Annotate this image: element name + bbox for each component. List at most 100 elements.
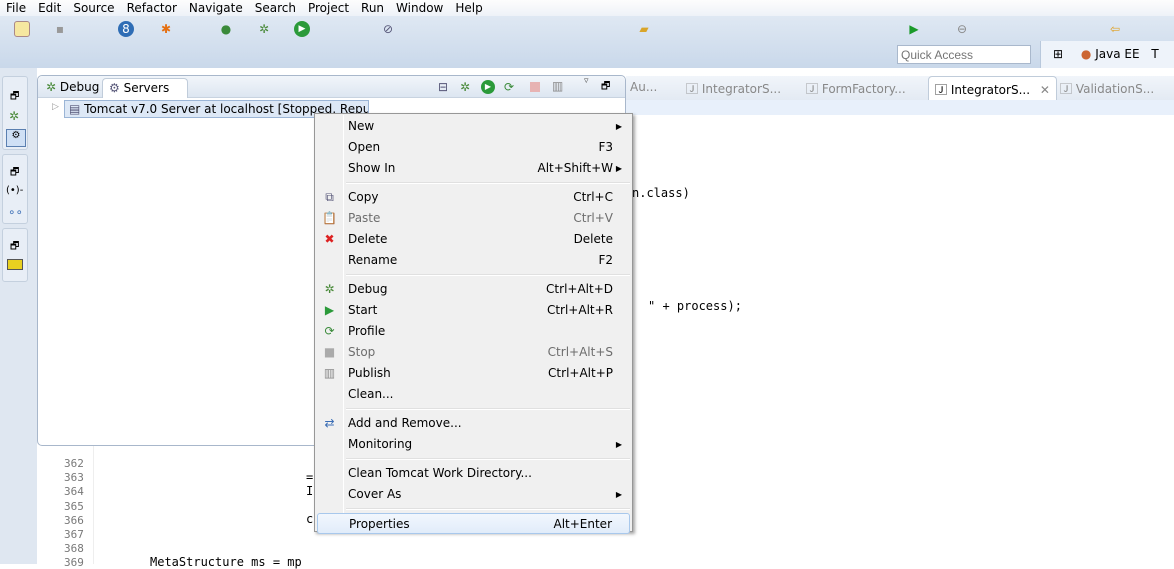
menu-item-add-and-remove[interactable]: ⇄ Add and Remove... [317, 413, 630, 434]
menu-item-monitoring[interactable]: Monitoring ▶ [317, 434, 630, 455]
restore-icon[interactable]: 🗗 [10, 239, 19, 256]
editor-tab[interactable]: Au... [630, 80, 657, 94]
menu-item-show-in[interactable]: Show In Alt+Shift+W ▶ [317, 158, 630, 179]
bug-icon[interactable]: ✲ [9, 109, 19, 123]
menu-run[interactable]: Run [359, 0, 390, 16]
submenu-arrow-icon: ▶ [615, 440, 622, 449]
tool-icon[interactable]: ✱ [158, 21, 174, 37]
menu-item-profile[interactable]: ⟳ Profile [317, 321, 630, 342]
debug-icon[interactable]: ✲ [256, 21, 272, 37]
menu-edit[interactable]: Edit [36, 0, 67, 16]
menu-item-publish[interactable]: ▥ Publish Ctrl+Alt+P [317, 363, 630, 384]
menu-navigate[interactable]: Navigate [187, 0, 249, 16]
perspective-java-ee[interactable]: ● Java EE [1081, 47, 1140, 61]
menu-item-label: New [348, 119, 375, 133]
menu-item-delete[interactable]: ✖ Delete Delete [317, 229, 630, 250]
menu-item-label: Open [348, 140, 381, 154]
menu-window[interactable]: Window [394, 0, 449, 16]
menu-item-label: Stop [348, 345, 376, 359]
menu-item-debug[interactable]: ✲ Debug Ctrl+Alt+D [317, 279, 630, 300]
perspective-bar: ⊞ ● Java EE T [1040, 41, 1174, 68]
debug-server-icon[interactable]: ✲ [460, 80, 470, 94]
save-icon[interactable]: ▪ [52, 21, 68, 37]
shortcut: F3 [598, 140, 613, 154]
menu-item-label: Start [348, 303, 378, 317]
skip-breakpoints-icon[interactable]: ⊘ [380, 21, 396, 37]
restore-icon[interactable]: 🗗 [10, 165, 19, 182]
java-file-icon: 🄹 [806, 82, 819, 96]
run-external-icon[interactable]: ● [218, 21, 234, 37]
menu-separator [346, 408, 630, 410]
open-folder-icon[interactable]: ▰ [636, 21, 652, 37]
copy-icon: ⧉ [325, 190, 334, 204]
bug-icon: ✲ [46, 80, 57, 94]
menu-item-label: Properties [349, 517, 410, 531]
expand-icon[interactable]: ▷ [52, 102, 59, 112]
close-icon[interactable]: ✕ [1040, 83, 1050, 97]
code-fragment: I [306, 484, 314, 498]
tab-debug[interactable]: ✲ Debug [40, 78, 105, 98]
profile-server-icon[interactable]: ⟳ [504, 80, 514, 94]
servers-icon: ⚙ [109, 81, 120, 95]
paste-icon: 📋 [322, 211, 337, 225]
shortcut: F2 [598, 253, 613, 267]
server-icon: ▤ [69, 102, 81, 116]
resume-icon[interactable]: ▶ [906, 21, 922, 37]
variables-icon[interactable]: ∘∘ [8, 205, 23, 219]
new-icon[interactable] [14, 21, 30, 37]
shortcut: Ctrl+Alt+R [546, 303, 613, 317]
menu-item-clean[interactable]: Clean... [317, 384, 630, 405]
editor-tab[interactable]: 🄹 ValidationS... [1060, 80, 1154, 97]
editor-tab-active[interactable]: 🄹 IntegratorS... ✕ [928, 76, 1057, 100]
menu-file[interactable]: File [4, 0, 32, 16]
servers-icon[interactable]: ⚙ [6, 129, 26, 147]
java-file-icon: 🄹 [935, 83, 948, 97]
tab-servers[interactable]: ⚙ Servers ✕ [102, 78, 188, 114]
menu-item-paste[interactable]: 📋 Paste Ctrl+V [317, 208, 630, 229]
line-number: 365 [64, 499, 84, 513]
perspective-other[interactable]: T [1151, 47, 1158, 61]
context-menu: New ▶ Open F3 Show In Alt+Shift+W ▶ ⧉ Copy Ctrl+C… [314, 113, 633, 534]
restore-icon[interactable]: 🗗 [10, 89, 19, 106]
stop-server-icon[interactable] [530, 82, 540, 92]
menu-item-rename[interactable]: Rename F2 [317, 250, 630, 271]
open-type-icon[interactable]: 8 [118, 21, 134, 37]
menu-item-cover-as[interactable]: Cover As ▶ [317, 484, 630, 505]
menu-item-new[interactable]: New ▶ [317, 116, 630, 137]
shortcut: Alt+Shift+W [537, 161, 614, 175]
menu-source[interactable]: Source [71, 0, 120, 16]
shortcut: Delete [573, 232, 613, 246]
console-icon[interactable]: (•)- [6, 185, 23, 196]
menu-search[interactable]: Search [253, 0, 302, 16]
start-server-icon[interactable]: ▶ [481, 80, 495, 94]
open-perspective-icon[interactable]: ⊞ [1053, 47, 1063, 61]
editor-tab[interactable]: 🄹 IntegratorS... [686, 80, 781, 97]
terminate-icon[interactable]: ⊖ [954, 21, 970, 37]
line-number: 369 [64, 556, 84, 569]
view-menu-icon[interactable]: ▿ [584, 76, 589, 86]
run-icon[interactable]: ▶ [294, 21, 310, 37]
menu-bar: File Edit Source Refactor Navigate Search Proj… [0, 0, 1174, 16]
menu-refactor[interactable]: Refactor [125, 0, 183, 16]
delete-icon: ✖ [324, 232, 335, 246]
menu-item-clean-tomcat-work-directory[interactable]: Clean Tomcat Work Directory... [317, 463, 630, 484]
menu-item-stop[interactable]: ■ Stop Ctrl+Alt+S [317, 342, 630, 363]
menu-item-open[interactable]: Open F3 [317, 137, 630, 158]
menu-help[interactable]: Help [453, 0, 488, 16]
quick-access-input[interactable] [897, 45, 1031, 64]
editor-tab[interactable]: 🄹 FormFactory... [806, 80, 906, 97]
menu-item-start[interactable]: ▶ Start Ctrl+Alt+R [317, 300, 630, 321]
maximize-icon[interactable]: 🗗 [601, 79, 610, 96]
line-number: 367 [64, 528, 84, 541]
menu-item-properties[interactable]: Properties Alt+Enter [317, 513, 630, 534]
data-source-icon[interactable] [7, 259, 23, 270]
menu-item-copy[interactable]: ⧉ Copy Ctrl+C [317, 187, 630, 208]
publish-icon[interactable]: ▥ [552, 79, 563, 93]
shortcut: Ctrl+C [573, 190, 613, 204]
back-icon[interactable]: ⇦ [1107, 21, 1123, 37]
line-number: 363 [64, 471, 84, 485]
menu-project[interactable]: Project [306, 0, 355, 16]
submenu-arrow-icon: ▶ [615, 490, 622, 499]
line-number: 368 [64, 542, 84, 556]
collapse-all-icon[interactable]: ⊟ [438, 80, 448, 94]
